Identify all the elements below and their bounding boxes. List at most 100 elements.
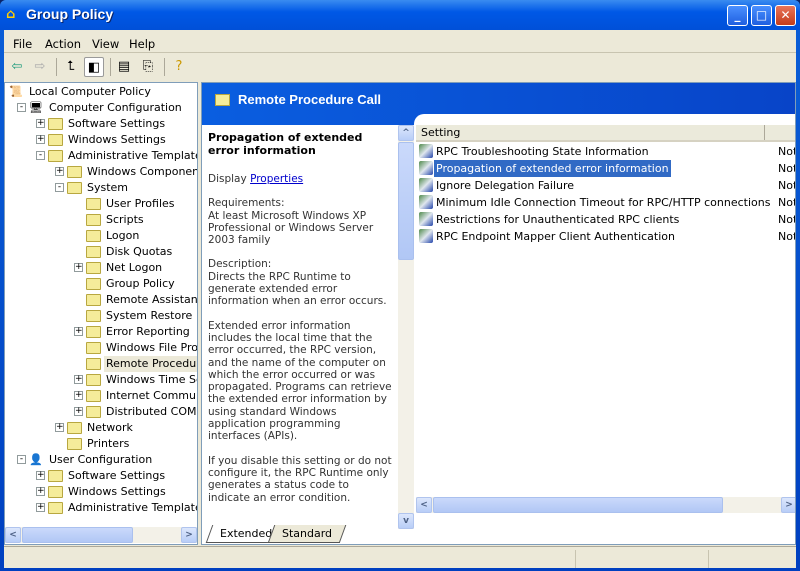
menu-view[interactable]: View — [92, 37, 119, 51]
scroll-thumb[interactable] — [433, 497, 723, 513]
expand-icon[interactable]: + — [36, 119, 45, 128]
help-icon[interactable]: ? — [169, 57, 189, 77]
tree-item[interactable]: + Windows Settings — [5, 484, 197, 500]
maximize-button[interactable]: □ — [751, 5, 772, 26]
collapse-icon[interactable]: - — [36, 151, 45, 160]
collapse-icon[interactable]: - — [17, 103, 26, 112]
tab-standard[interactable]: Standard — [267, 525, 347, 543]
tree-item-label: Windows Components — [87, 165, 198, 178]
tree-item[interactable]: Logon — [5, 228, 197, 244]
setting-title: Propagation of extended error informatio… — [208, 131, 363, 157]
folder-icon — [48, 150, 63, 162]
scroll-right-button[interactable]: > — [181, 527, 197, 543]
expand-icon[interactable]: + — [36, 135, 45, 144]
properties-link[interactable]: Properties — [250, 173, 303, 185]
expand-icon[interactable]: + — [36, 487, 45, 496]
tree-item[interactable]: + Network — [5, 420, 197, 436]
tree-item[interactable]: + Error Reporting — [5, 324, 197, 340]
scroll-thumb[interactable] — [398, 142, 414, 260]
tree-item[interactable]: User Profiles — [5, 196, 197, 212]
tree-item[interactable]: - System — [5, 180, 197, 196]
tree-item[interactable]: Windows File Protection — [5, 340, 197, 356]
tree-item[interactable]: Disk Quotas — [5, 244, 197, 260]
expand-icon[interactable]: + — [36, 503, 45, 512]
tree-item-label: Network — [87, 421, 133, 434]
menu-help[interactable]: Help — [129, 37, 155, 51]
column-divider[interactable] — [764, 125, 765, 140]
tree-item[interactable]: + Net Logon — [5, 260, 197, 276]
setting-row[interactable]: Propagation of extended error informatio… — [416, 160, 795, 177]
setting-name: RPC Troubleshooting State Information — [436, 145, 649, 158]
scroll-left-button[interactable]: < — [5, 527, 21, 543]
folder-icon — [86, 406, 101, 418]
scroll-right-button[interactable]: > — [781, 497, 795, 513]
minimize-button[interactable]: _ — [727, 5, 748, 26]
console-tree[interactable]: + Administrative Templates + Windows Settin… — [4, 82, 198, 545]
client-area: File Action View Help ⇦ ⇨ ⮤ ◧ ▤ ⎘ ? + Adm… — [4, 30, 796, 568]
menu-action[interactable]: Action — [45, 37, 81, 51]
setting-row[interactable]: RPC Endpoint Mapper Client Authenticatio… — [416, 228, 796, 245]
tree-item[interactable]: Remote Procedure Call — [5, 356, 197, 372]
list-horizontal-scrollbar[interactable]: < > — [416, 497, 795, 513]
show-hide-tree-icon[interactable]: ◧ — [84, 57, 104, 77]
setting-row[interactable]: Minimum Idle Connection Timeout for RPC/… — [416, 194, 795, 211]
tree-item[interactable]: - Administrative Templates — [5, 148, 197, 164]
setting-row[interactable]: RPC Troubleshooting State Information Not — [416, 143, 796, 160]
scroll-left-button[interactable]: < — [416, 497, 432, 513]
expand-icon[interactable]: + — [55, 423, 64, 432]
properties-icon[interactable]: ▤ — [114, 57, 134, 77]
expand-icon[interactable]: + — [74, 375, 83, 384]
requirements-label: Requirements: — [208, 197, 285, 210]
expand-icon[interactable]: + — [74, 407, 83, 416]
setting-state: Not — [778, 145, 796, 158]
scroll-up-button[interactable]: ^ — [398, 125, 414, 141]
list-header: Setting — [416, 125, 795, 142]
expand-icon[interactable]: + — [55, 167, 64, 176]
expand-icon[interactable]: + — [74, 327, 83, 336]
tree-item[interactable]: Remote Assistance — [5, 292, 197, 308]
tree-item[interactable]: + Windows Components — [5, 164, 197, 180]
setting-state: Not — [778, 230, 796, 243]
policy-setting-icon — [419, 229, 433, 243]
setting-state: Not — [778, 213, 796, 226]
tree-item[interactable]: + Internet Communication Management — [5, 388, 197, 404]
tree-item-label: Remote Procedure Call — [104, 356, 197, 372]
scroll-thumb[interactable] — [22, 527, 133, 543]
computer-icon: 🖥 — [29, 101, 43, 114]
tree-item[interactable]: - 👤 User Configuration — [5, 452, 197, 468]
tree-item[interactable]: Scripts — [5, 212, 197, 228]
export-list-icon[interactable]: ⎘ — [138, 57, 158, 77]
title-bar: ⌂ Group Policy _ □ ✕ — [0, 0, 800, 30]
folder-icon — [86, 198, 101, 210]
settings-list[interactable]: Setting < > RPC Troubleshooting State In… — [414, 114, 796, 544]
collapse-icon[interactable]: - — [55, 183, 64, 192]
tree-item[interactable]: 📜 Local Computer Policy — [5, 84, 197, 100]
setting-name: Propagation of extended error informatio… — [434, 160, 671, 177]
expand-icon[interactable]: + — [74, 263, 83, 272]
tree-item[interactable]: Printers — [5, 436, 197, 452]
tree-item[interactable]: + Software Settings — [5, 468, 197, 484]
tree-item[interactable]: + Administrative Templates — [5, 500, 197, 516]
back-icon[interactable]: ⇦ — [7, 57, 27, 77]
tree-item[interactable]: - 🖥 Computer Configuration — [5, 100, 197, 116]
description-vertical-scrollbar[interactable]: ^ v — [398, 125, 414, 529]
setting-row[interactable]: Restrictions for Unauthenticated RPC cli… — [416, 211, 796, 228]
up-one-level-icon[interactable]: ⮤ — [61, 57, 81, 77]
display-label: Display — [208, 173, 247, 185]
tree-item[interactable]: + Windows Settings — [5, 132, 197, 148]
close-button[interactable]: ✕ — [775, 5, 796, 26]
column-header-setting[interactable]: Setting — [421, 125, 460, 141]
tree-item[interactable]: System Restore — [5, 308, 197, 324]
forward-icon[interactable]: ⇨ — [30, 57, 50, 77]
folder-icon — [48, 118, 63, 130]
expand-icon[interactable]: + — [36, 471, 45, 480]
setting-row[interactable]: Ignore Delegation Failure Not — [416, 177, 795, 194]
expand-icon[interactable]: + — [74, 391, 83, 400]
tree-horizontal-scrollbar[interactable]: < > — [5, 527, 197, 543]
tree-item[interactable]: + Software Settings — [5, 116, 197, 132]
collapse-icon[interactable]: - — [17, 455, 26, 464]
tree-item[interactable]: + Windows Time Service — [5, 372, 197, 388]
tree-item[interactable]: + Distributed COM — [5, 404, 197, 420]
menu-file[interactable]: File — [13, 37, 32, 51]
tree-item[interactable]: Group Policy — [5, 276, 197, 292]
